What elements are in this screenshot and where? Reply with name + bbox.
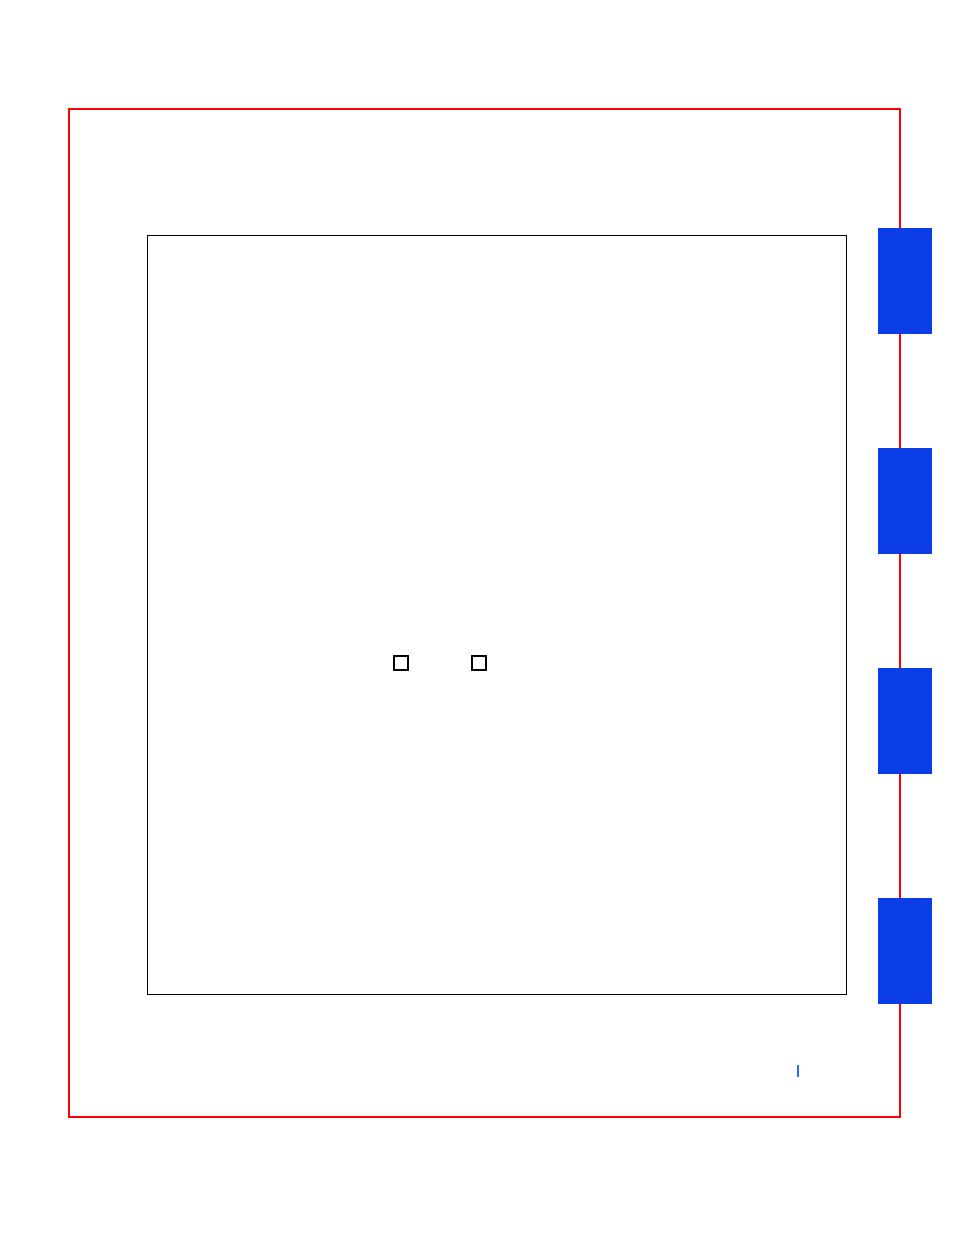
marker-square-right [471,655,487,671]
inner-frame [147,235,847,995]
tick-mark [797,1065,799,1077]
side-tab-2 [878,448,932,554]
side-tab-3 [878,668,932,774]
side-tab-1 [878,228,932,334]
marker-square-left [393,655,409,671]
side-tab-4 [878,898,932,1004]
